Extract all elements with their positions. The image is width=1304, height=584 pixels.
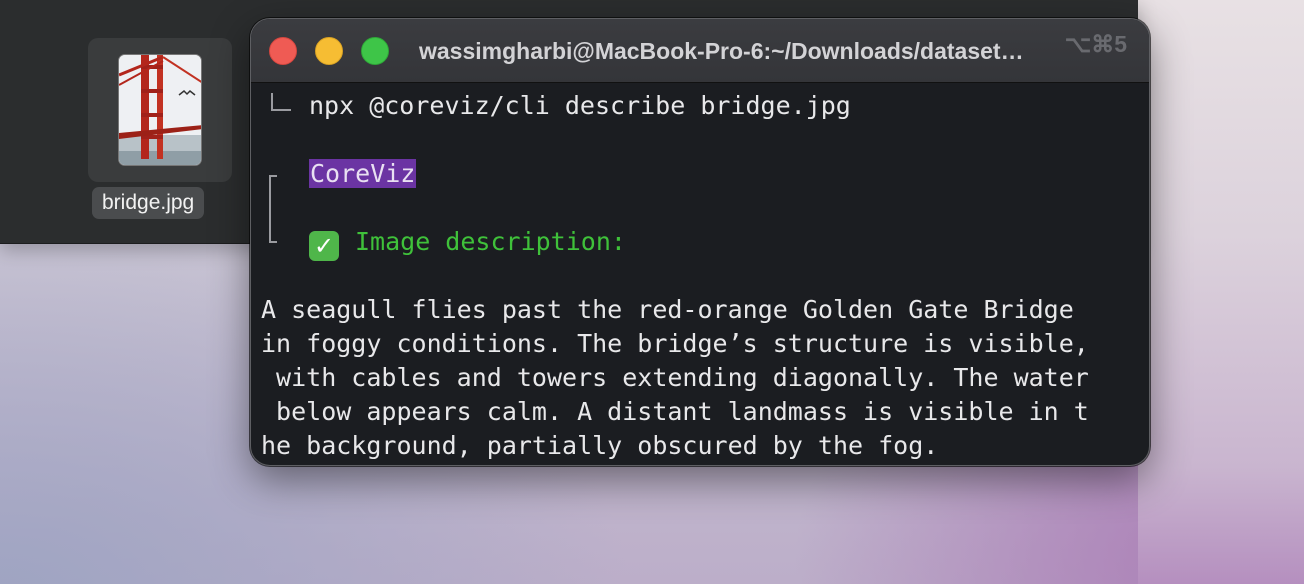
window-shortcut: ⌥⌘5 <box>1064 31 1127 57</box>
check-mark-icon: ✓ <box>309 231 339 261</box>
description-line: in foggy conditions. The bridge’s struct… <box>261 329 1089 358</box>
close-button[interactable] <box>269 37 297 65</box>
description-line: A seagull flies past the red-orange Gold… <box>261 295 1074 324</box>
desktop-background <box>1138 0 1304 584</box>
window-title: wassimgharbi@MacBook-Pro-6:~/Downloads/d… <box>419 38 1024 64</box>
status-line: ✓ Image description: <box>309 225 626 261</box>
box-bracket-glyph <box>269 175 277 243</box>
description-line: he background, partially obscured by the… <box>261 431 939 460</box>
terminal-window[interactable]: wassimgharbi@MacBook-Pro-6:~/Downloads/d… <box>250 18 1150 466</box>
description-line: below appears calm. A distant landmass i… <box>261 397 1089 426</box>
maximize-button[interactable] <box>361 37 389 65</box>
bridge-thumbnail-icon[interactable] <box>118 54 202 166</box>
brand-badge: CoreViz <box>309 159 417 188</box>
file-name-label[interactable]: bridge.jpg <box>92 187 205 219</box>
status-text: Image description: <box>355 227 626 256</box>
tree-corner-glyph <box>271 93 291 111</box>
minimize-button[interactable] <box>315 37 343 65</box>
command-line: npx @coreviz/cli describe bridge.jpg <box>309 91 851 120</box>
description-line: with cables and towers extending diagona… <box>261 363 1089 392</box>
terminal-output[interactable]: npx @coreviz/cli describe bridge.jpg Cor… <box>251 83 1149 465</box>
terminal-title-bar[interactable]: wassimgharbi@MacBook-Pro-6:~/Downloads/d… <box>251 19 1149 83</box>
brand-line: CoreViz <box>309 157 417 191</box>
